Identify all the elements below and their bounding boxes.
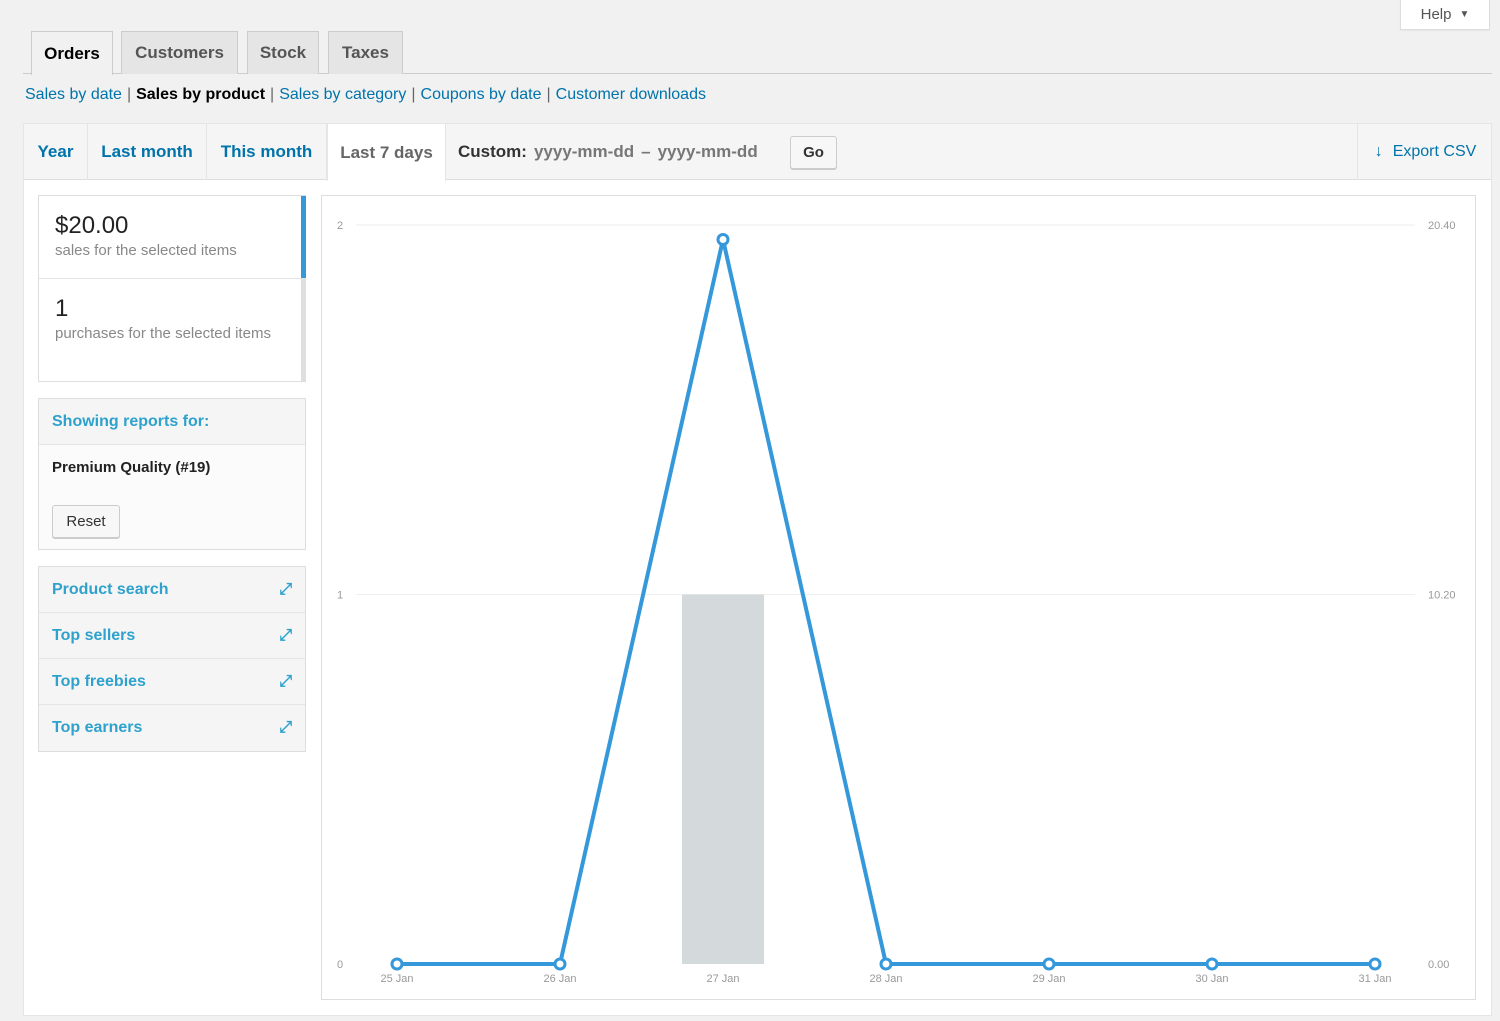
- sales-chart: 0 0.00 1 10.20 2 20.40 25 Jan 26 Jan 27 Jan 28 Ja…: [321, 195, 1476, 1000]
- selected-product: Premium Quality (#19): [52, 459, 211, 476]
- purchases-value: 1: [55, 295, 69, 322]
- help-button[interactable]: Help ▼: [1400, 0, 1490, 30]
- expand-icon: ⤢: [279, 580, 292, 598]
- left-tick-label: 0: [337, 959, 343, 971]
- left-tick-label: 2: [337, 220, 343, 232]
- report-subnav: Sales by date | Sales by product | Sales by …: [25, 86, 706, 104]
- x-tick-label: 27 Jan: [706, 973, 739, 985]
- widget-label: Top freebies: [52, 672, 146, 690]
- download-arrow-icon: ↓: [1374, 143, 1383, 160]
- expand-icon: ⤢: [279, 672, 292, 690]
- export-label: Export CSV: [1392, 143, 1477, 160]
- sales-point: [390, 957, 404, 971]
- report-panel: Year Last month This month Last 7 days C…: [23, 123, 1492, 1016]
- right-tick-label: 20.40: [1428, 220, 1456, 232]
- reset-button[interactable]: Reset: [52, 505, 120, 538]
- x-tick-label: 26 Jan: [543, 973, 576, 985]
- x-tick-label: 31 Jan: [1358, 973, 1391, 985]
- sales-label: sales for the selected items: [55, 242, 237, 259]
- sales-point: [1205, 957, 1219, 971]
- sales-color-bar: [301, 196, 306, 278]
- sales-point: [1042, 957, 1056, 971]
- link-coupons-by-date[interactable]: Coupons by date: [421, 86, 542, 103]
- left-tick-label: 1: [337, 590, 343, 602]
- sales-point: [716, 232, 730, 246]
- widget-label: Product search: [52, 580, 169, 598]
- sales-point: [553, 957, 567, 971]
- separator: |: [270, 86, 275, 103]
- showing-reports-title: Showing reports for:: [39, 399, 305, 445]
- x-tick-label: 28 Jan: [869, 973, 902, 985]
- link-sales-by-category[interactable]: Sales by category: [279, 86, 406, 103]
- separator: |: [546, 86, 551, 103]
- date-to-input[interactable]: yyyy-mm-dd: [658, 142, 758, 162]
- tab-stock[interactable]: Stock: [247, 31, 319, 74]
- triangle-down-icon: ▼: [1459, 9, 1470, 20]
- legend-sales[interactable]: $20.00 sales for the selected items: [39, 212, 301, 261]
- widgets-box: Product search ⤢ Top sellers ⤢ Top freebie…: [38, 566, 306, 752]
- date-from-input[interactable]: yyyy-mm-dd: [534, 142, 634, 162]
- sales-point: [879, 957, 893, 971]
- tab-orders[interactable]: Orders: [31, 31, 113, 75]
- sales-line: [397, 239, 1375, 966]
- sales-value: $20.00: [55, 212, 129, 239]
- separator: |: [411, 86, 416, 103]
- date-range-bar: Year Last month This month Last 7 days C…: [24, 124, 1493, 181]
- expand-icon: ⤢: [279, 626, 292, 644]
- link-customer-downloads[interactable]: Customer downloads: [556, 86, 706, 103]
- widget-label: Top earners: [52, 719, 143, 736]
- go-button[interactable]: Go: [790, 136, 837, 169]
- range-this-month[interactable]: This month: [207, 124, 327, 180]
- custom-label: Custom:: [458, 142, 527, 161]
- custom-range: Custom: yyyy-mm-dd – yyyy-mm-dd: [458, 124, 758, 180]
- range-year[interactable]: Year: [24, 124, 88, 180]
- export-csv-button[interactable]: ↓ Export CSV: [1357, 124, 1493, 180]
- separator: |: [126, 86, 132, 103]
- x-tick-label: 25 Jan: [380, 973, 413, 985]
- widget-product-search[interactable]: Product search ⤢: [39, 567, 305, 613]
- showing-reports-box: Showing reports for: Premium Quality (#1…: [38, 398, 306, 550]
- purchases-color-bar: [301, 278, 306, 381]
- legend-purchases[interactable]: 1 purchases for the selected items: [39, 278, 301, 381]
- help-label: Help: [1420, 6, 1452, 23]
- right-tick-label: 0.00: [1428, 959, 1449, 971]
- widget-top-sellers[interactable]: Top sellers ⤢: [39, 613, 305, 659]
- link-sales-by-date[interactable]: Sales by date: [25, 86, 122, 103]
- widget-label: Top sellers: [52, 626, 136, 644]
- purchases-label: purchases for the selected items: [55, 325, 271, 342]
- widget-top-earners[interactable]: Top earners ⤢: [39, 705, 305, 751]
- sales-point: [1368, 957, 1382, 971]
- link-sales-by-product[interactable]: Sales by product: [136, 86, 265, 103]
- tab-customers[interactable]: Customers: [121, 31, 238, 74]
- purchase-bar: [682, 594, 764, 964]
- range-last-month[interactable]: Last month: [88, 124, 207, 180]
- chart-svg: 0 0.00 1 10.20 2 20.40 25 Jan 26 Jan 27 Jan 28 Ja…: [337, 220, 1456, 985]
- chart-legend: $20.00 sales for the selected items 1 purc…: [38, 195, 306, 382]
- expand-icon: ⤢: [279, 719, 292, 736]
- x-tick-label: 29 Jan: [1032, 973, 1065, 985]
- range-last-7-days[interactable]: Last 7 days: [327, 124, 446, 181]
- widget-top-freebies[interactable]: Top freebies ⤢: [39, 659, 305, 705]
- tab-taxes[interactable]: Taxes: [328, 31, 403, 74]
- report-tabs: Orders Customers Stock Taxes: [23, 31, 1492, 75]
- x-tick-label: 30 Jan: [1195, 973, 1228, 985]
- right-tick-label: 10.20: [1428, 590, 1456, 602]
- date-dash: –: [641, 142, 651, 161]
